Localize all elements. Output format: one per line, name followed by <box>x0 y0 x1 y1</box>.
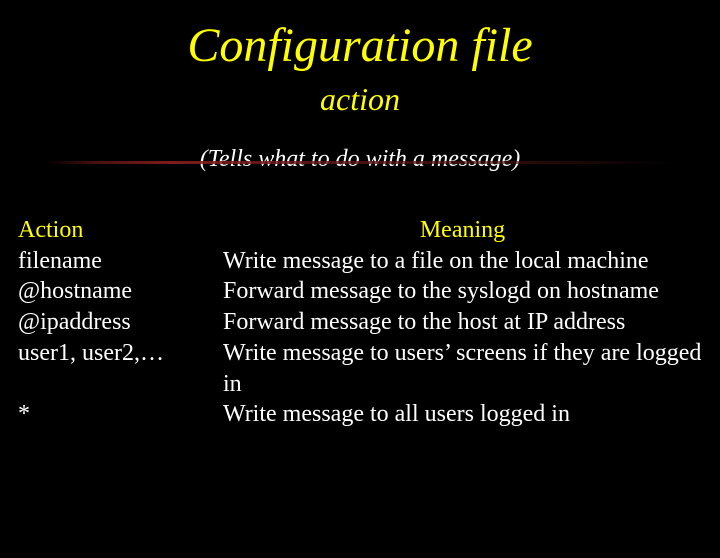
action-cell: @hostname <box>18 276 223 307</box>
slide-title: Configuration file <box>0 18 720 73</box>
header-meaning: Meaning <box>223 215 702 246</box>
header-action: Action <box>18 215 223 246</box>
table-row: @ipaddress Forward message to the host a… <box>18 307 702 338</box>
meaning-cell: Forward message to the syslogd on hostna… <box>223 276 702 307</box>
action-cell: filename <box>18 246 223 277</box>
meaning-cell: Write message to a file on the local mac… <box>223 246 702 277</box>
meaning-cell: Forward message to the host at IP addres… <box>223 307 702 338</box>
meaning-cell: Write message to users’ screens if they … <box>223 338 702 399</box>
table-row: filename Write message to a file on the … <box>18 246 702 277</box>
slide-note: (Tells what to do with a message) <box>0 146 720 173</box>
action-cell: * <box>18 399 223 430</box>
slide-subtitle: action <box>0 81 720 118</box>
table-row: * Write message to all users logged in <box>18 399 702 430</box>
table-row: user1, user2,… Write message to users’ s… <box>18 338 702 399</box>
action-cell: user1, user2,… <box>18 338 223 399</box>
content-table: Action Meaning filename Write message to… <box>18 215 702 430</box>
meaning-cell: Write message to all users logged in <box>223 399 702 430</box>
divider-bar <box>45 161 675 164</box>
table-row: @hostname Forward message to the syslogd… <box>18 276 702 307</box>
table-header-row: Action Meaning <box>18 215 702 246</box>
action-cell: @ipaddress <box>18 307 223 338</box>
